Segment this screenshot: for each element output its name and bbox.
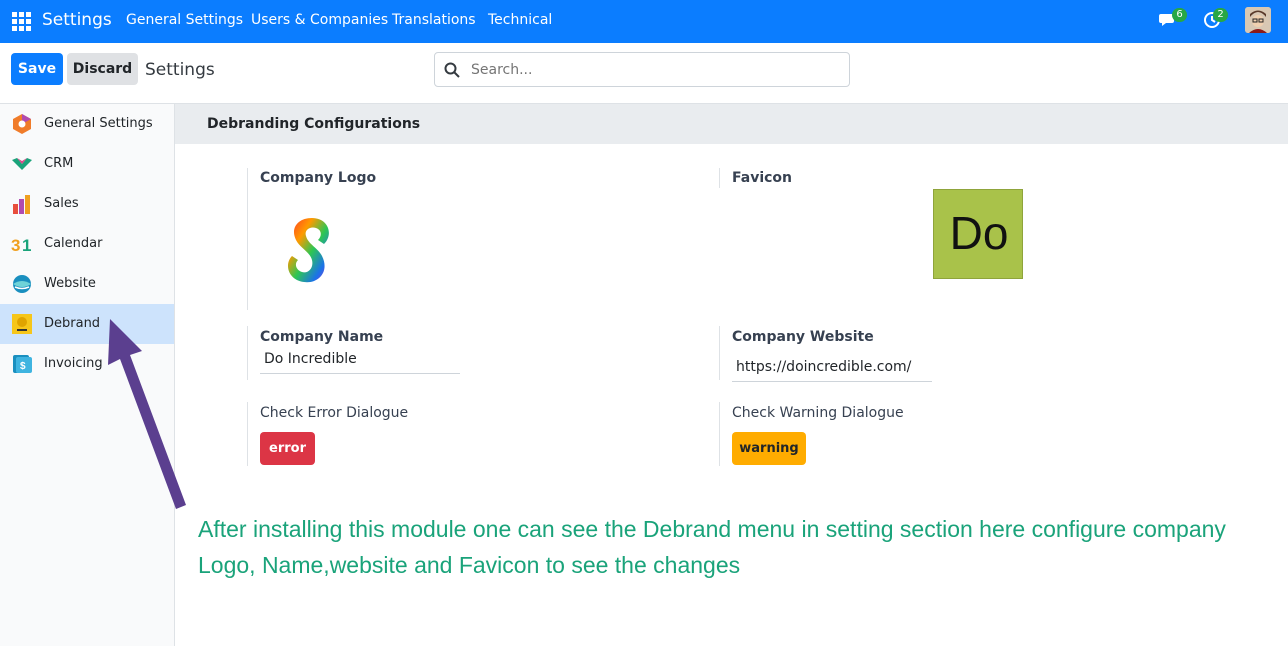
warning-dialog-label: Check Warning Dialogue <box>732 405 904 421</box>
error-dialog-setting <box>247 402 248 466</box>
section-title: Debranding Configurations <box>207 116 421 132</box>
menu-translations[interactable]: Translations <box>392 12 476 28</box>
settings-hexagon-icon <box>13 114 31 134</box>
sidebar-item-calendar[interactable]: 3 1 Calendar <box>0 224 174 264</box>
search-input[interactable] <box>471 59 841 81</box>
crm-handshake-icon <box>12 158 32 170</box>
favicon-setting <box>719 168 720 188</box>
sidebar-item-sales[interactable]: Sales <box>0 184 174 224</box>
control-panel: Save Discard Settings <box>0 43 1288 104</box>
menu-general-settings[interactable]: General Settings <box>126 12 243 28</box>
annotation-arrow-icon <box>108 319 186 509</box>
save-button[interactable]: Save <box>11 53 63 85</box>
menu-users-companies[interactable]: Users & Companies <box>251 12 388 28</box>
annotation-text: After installing this module one can see… <box>198 516 1226 578</box>
company-website-setting <box>719 326 720 380</box>
company-logo-setting <box>247 168 248 310</box>
error-button[interactable]: error <box>260 432 315 465</box>
website-globe-icon <box>13 275 31 293</box>
sidebar-item-label: Website <box>44 276 96 291</box>
apps-grid-icon[interactable] <box>12 12 31 31</box>
sidebar-item-crm[interactable]: CRM <box>0 144 174 184</box>
favicon-text: Do <box>949 207 1009 259</box>
favicon-image[interactable]: Do <box>933 189 1023 279</box>
svg-text:$: $ <box>20 361 26 372</box>
svg-text:1: 1 <box>22 236 31 255</box>
discard-button[interactable]: Discard <box>67 53 138 85</box>
sidebar-item-label: General Settings <box>44 116 153 131</box>
sidebar-item-label: Calendar <box>44 236 103 251</box>
sidebar-item-general-settings[interactable]: General Settings <box>0 104 174 144</box>
invoicing-dollar-icon: $ <box>13 355 32 373</box>
calendar-31-icon: 3 1 <box>11 236 31 255</box>
company-website-field[interactable]: https://doincredible.com/ <box>732 359 932 382</box>
company-logo-image[interactable] <box>280 212 344 302</box>
activities-count-badge: 2 <box>1213 8 1228 22</box>
top-navbar: Settings General Settings Users & Compan… <box>0 0 1288 43</box>
company-name-setting <box>247 326 248 380</box>
sidebar-item-label: Debrand <box>44 316 101 331</box>
user-avatar[interactable] <box>1245 7 1271 33</box>
messages-count-badge: 6 <box>1172 8 1187 22</box>
search-box[interactable] <box>434 52 850 87</box>
error-dialog-label: Check Error Dialogue <box>260 405 409 421</box>
svg-text:3: 3 <box>11 236 20 255</box>
search-icon <box>444 62 460 78</box>
sales-chart-icon <box>13 195 30 214</box>
favicon-label: Favicon <box>732 170 792 186</box>
sidebar-item-label: Sales <box>44 196 79 211</box>
company-name-label: Company Name <box>260 329 384 345</box>
debrand-icon <box>12 314 32 334</box>
section-header: Debranding Configurations <box>175 104 1288 144</box>
company-website-label: Company Website <box>732 329 874 345</box>
sidebar-item-label: CRM <box>44 156 74 171</box>
company-name-field[interactable]: Do Incredible <box>260 351 460 374</box>
warning-dialog-setting <box>719 402 720 466</box>
page-title: Settings <box>145 60 215 80</box>
sidebar-item-website[interactable]: Website <box>0 264 174 304</box>
warning-button[interactable]: warning <box>732 432 806 465</box>
sidebar-item-label: Invoicing <box>44 356 103 371</box>
menu-technical[interactable]: Technical <box>488 12 552 28</box>
app-brand[interactable]: Settings <box>42 10 112 30</box>
company-logo-label: Company Logo <box>260 170 377 186</box>
